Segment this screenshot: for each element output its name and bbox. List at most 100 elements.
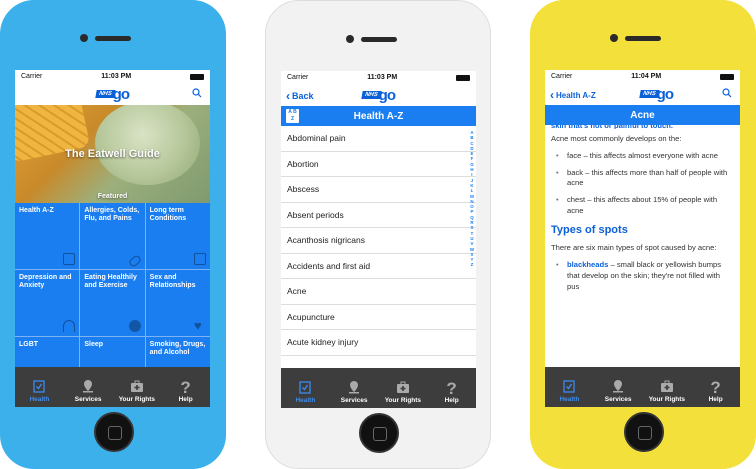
clipboard-icon (299, 381, 312, 394)
featured-caption: Featured (97, 193, 128, 200)
tab-your-rights[interactable]: Your Rights (379, 368, 428, 408)
clipboard-icon (33, 380, 46, 393)
list-item[interactable]: Abdominal pain (281, 126, 476, 152)
list-item[interactable]: Acute kidney injury (281, 330, 476, 356)
tile-label: Health A-Z (19, 207, 54, 214)
tile-depression[interactable]: Depression and Anxiety (15, 270, 80, 336)
front-camera (80, 34, 88, 42)
tile-label: LGBT (19, 341, 39, 348)
tab-label: Health (29, 396, 50, 403)
tab-bar: Health Services Your Rights ? Help (545, 367, 740, 407)
clock: 11:04 PM (631, 73, 662, 80)
back-button[interactable]: ‹ Health A-Z (550, 88, 596, 102)
carrier-label: Carrier (287, 74, 309, 81)
section-title-bar: Acne (545, 105, 740, 125)
list-item[interactable]: Accidents and first aid (281, 254, 476, 279)
tile-label: Smoking, Drugs, and Alcohol (149, 341, 206, 357)
tab-health[interactable]: Health (281, 368, 330, 408)
tab-help[interactable]: ? Help (161, 367, 210, 407)
app-header: NHS go (15, 83, 210, 105)
list-item[interactable]: Acupuncture (281, 305, 476, 330)
featured-banner[interactable]: The Eatwell Guide Featured (15, 105, 210, 203)
tab-label: Your Rights (384, 397, 422, 404)
clock: 11:03 PM (101, 73, 132, 80)
alphabet-index[interactable]: ABCDEFGHIJKLMNOPQRSTUVWXYZ (470, 130, 474, 268)
tab-health[interactable]: Health (15, 367, 64, 407)
tab-your-rights[interactable]: Your Rights (643, 367, 692, 407)
tile-label: Allergies, Colds, Flu, and Pains (84, 207, 140, 223)
body-areas-list: face – this affects almost everyone with… (551, 151, 734, 217)
bandage-icon (127, 254, 142, 268)
tile-long-term[interactable]: Long term Conditions (145, 203, 210, 269)
list-item: back – this affects more than half of pe… (551, 168, 734, 190)
list-item[interactable]: Acne (281, 279, 476, 305)
tab-help[interactable]: ? Help (427, 368, 476, 408)
list-item[interactable]: Acanthosis nigricans (281, 228, 476, 254)
battery-icon (719, 73, 734, 80)
chevron-left-icon: ‹ (550, 88, 554, 102)
tab-services[interactable]: Services (594, 367, 643, 407)
tile-label: Depression and Anxiety (19, 274, 72, 290)
front-camera (610, 34, 618, 42)
tab-label: Your Rights (648, 396, 686, 403)
back-button[interactable]: ‹ Back (286, 89, 314, 103)
keyword-link[interactable]: blackheads (567, 260, 608, 269)
home-button[interactable] (94, 412, 134, 452)
tile-label: Sleep (84, 341, 104, 348)
search-icon[interactable] (722, 88, 732, 98)
dip-bowl-image (95, 105, 200, 185)
home-button[interactable] (624, 412, 664, 452)
list-item[interactable]: Abortion (281, 152, 476, 177)
tab-label: Health (295, 397, 316, 404)
battery-icon (189, 73, 204, 80)
clipboard-icon (563, 380, 576, 393)
app-header: ‹ Back NHS go (281, 84, 476, 106)
logo-go: go (112, 85, 130, 103)
search-icon[interactable] (192, 88, 202, 98)
app-header: ‹ Health A-Z NHS go (545, 83, 740, 105)
front-camera (346, 35, 354, 43)
status-bar: Carrier 11:03 PM (15, 70, 210, 83)
first-aid-kit-icon (660, 380, 673, 392)
phone-home: Carrier 11:03 PM NHS go The Eatwell Guid… (0, 0, 226, 469)
list-item[interactable]: Abscess (281, 177, 476, 203)
list-item[interactable]: Absent periods (281, 203, 476, 228)
clock: 11:03 PM (367, 74, 398, 81)
tab-help[interactable]: ? Help (691, 367, 740, 407)
list-item: chest – this affects about 15% of people… (551, 195, 734, 217)
index-letter[interactable]: Z (470, 262, 474, 267)
tile-eating[interactable]: Eating Healthily and Exercise (80, 270, 145, 336)
tab-label: Help (708, 396, 723, 403)
back-label: Back (292, 91, 314, 101)
tab-your-rights[interactable]: Your Rights (113, 367, 162, 407)
az-icon (63, 253, 76, 265)
tile-health-az[interactable]: Health A-Z (15, 203, 80, 269)
tile-allergies[interactable]: Allergies, Colds, Flu, and Pains (80, 203, 145, 269)
first-aid-kit-icon (396, 381, 409, 393)
article-body: skin that's not or painful to touch. Acn… (545, 121, 740, 292)
question-mark-icon: ? (446, 379, 457, 398)
home-button[interactable] (359, 413, 399, 453)
tab-services[interactable]: Services (330, 368, 379, 408)
nhs-go-logo: NHS go (361, 87, 396, 104)
earpiece-speaker (361, 37, 397, 42)
tab-label: Health (559, 396, 580, 403)
paragraph: There are six main types of spot caused … (551, 243, 717, 253)
az-icon: A BZ (286, 109, 299, 123)
page-title: Acne (630, 109, 655, 121)
az-list: Abdominal pain Abortion Abscess Absent p… (281, 126, 476, 356)
tab-health[interactable]: Health (545, 367, 594, 407)
carrier-label: Carrier (21, 73, 43, 80)
list-item: face – this affects almost everyone with… (551, 151, 734, 162)
calendar-icon (194, 253, 206, 265)
location-pin-icon (349, 381, 360, 394)
logo-nhs: NHS (361, 91, 382, 99)
featured-title: The Eatwell Guide (65, 148, 160, 160)
tab-label: Services (74, 396, 102, 403)
section-heading: Types of spots (551, 223, 628, 236)
page-title: Health A-Z (353, 110, 404, 122)
tile-sex-relationships[interactable]: Sex and Relationships ♥ (145, 270, 210, 336)
tab-services[interactable]: Services (64, 367, 113, 407)
paragraph: Acne most commonly develops on the: (551, 134, 682, 143)
chevron-left-icon: ‹ (286, 89, 290, 103)
